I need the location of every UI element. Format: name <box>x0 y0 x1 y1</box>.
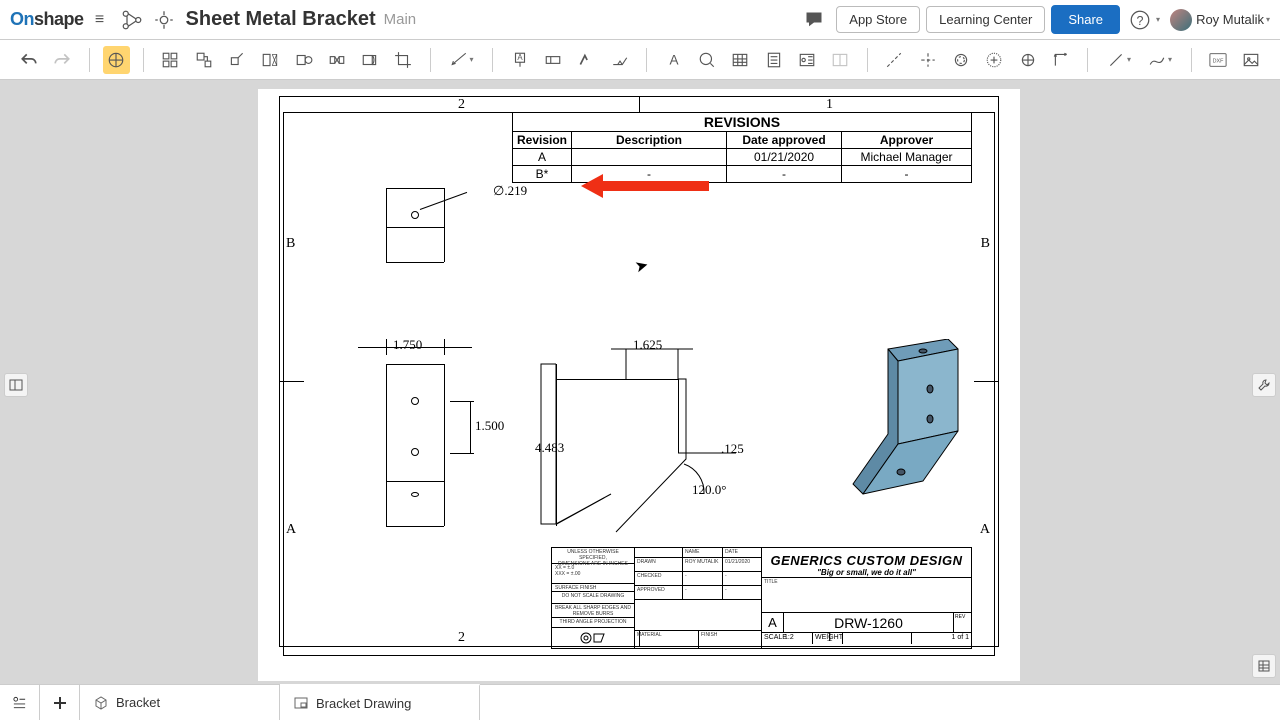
tab-drawing[interactable]: Bracket Drawing <box>280 684 480 720</box>
centerline-icon[interactable] <box>881 46 908 74</box>
centermark-icon[interactable] <box>914 46 941 74</box>
zone-col-label: 1 <box>826 97 833 113</box>
help-icon[interactable]: ? <box>1130 10 1150 30</box>
table-icon[interactable] <box>727 46 754 74</box>
share-button[interactable]: Share <box>1051 5 1120 34</box>
revision-header: Revision <box>513 132 572 149</box>
sheet-count: 1 of 1 <box>911 633 971 644</box>
drawing-sheet: 2 1 2 1 B B A A REVISIONS Revision Descr… <box>258 89 1020 681</box>
revision-title: REVISIONS <box>513 113 972 132</box>
tools-panel-toggle-icon[interactable] <box>1252 373 1276 397</box>
sheet-size: A <box>762 613 784 632</box>
revision-table[interactable]: REVISIONS Revision Description Date appr… <box>512 112 972 183</box>
drawing-icon <box>292 694 310 712</box>
axis-icon[interactable] <box>1047 46 1074 74</box>
company-slogan: "Big or small, we do it all" <box>762 568 971 577</box>
company-name: GENERICS CUSTOM DESIGN <box>762 548 971 568</box>
app-header: Onshape ≡ Sheet Metal Bracket Main App S… <box>0 0 1280 40</box>
zone-col-label: 2 <box>458 630 465 646</box>
crop-view-icon[interactable] <box>390 46 417 74</box>
zone-row-label: B <box>981 236 990 252</box>
user-name[interactable]: Roy Mutalik <box>1196 12 1264 27</box>
export-dxf-icon[interactable]: DXF <box>1205 46 1232 74</box>
dimension-h-side[interactable]: 4.483 <box>535 440 564 456</box>
revision-header: Approver <box>842 132 972 149</box>
callout-icon[interactable] <box>693 46 720 74</box>
menu-icon[interactable]: ≡ <box>90 10 110 30</box>
add-element-icon[interactable] <box>40 685 80 720</box>
point-icon[interactable] <box>1014 46 1041 74</box>
svg-text:A: A <box>517 53 523 62</box>
tab-label: Bracket Drawing <box>316 696 411 711</box>
dimension-width[interactable]: 1.750 <box>393 337 422 353</box>
learning-center-button[interactable]: Learning Center <box>926 6 1045 33</box>
drawing-canvas[interactable]: 2 1 2 1 B B A A REVISIONS Revision Descr… <box>0 80 1280 684</box>
svg-text:?: ? <box>1137 14 1144 28</box>
onshape-logo[interactable]: Onshape <box>10 9 84 30</box>
thread-icon[interactable] <box>947 46 974 74</box>
detail-view-icon[interactable] <box>290 46 317 74</box>
feature-list-toggle-icon[interactable] <box>4 373 28 397</box>
callout-arrow <box>581 177 709 195</box>
revision-row: A 01/21/2020 Michael Manager <box>513 149 972 166</box>
sketch-line-icon[interactable] <box>1101 46 1136 74</box>
projected-view-icon[interactable] <box>190 46 217 74</box>
gtol-icon[interactable] <box>539 46 566 74</box>
surface-finish-icon[interactable] <box>573 46 600 74</box>
zone-row-label: A <box>980 522 990 538</box>
tab-part-studio[interactable]: Bracket <box>80 685 280 720</box>
virtual-sharp-icon[interactable] <box>981 46 1008 74</box>
note-text-icon[interactable]: A <box>660 46 687 74</box>
break-view-icon[interactable] <box>323 46 350 74</box>
zone-col-label: 2 <box>458 97 465 113</box>
insert-view-icon[interactable] <box>103 46 130 74</box>
svg-text:DXF: DXF <box>1213 58 1224 64</box>
dimension-height[interactable]: 1.500 <box>475 418 504 434</box>
title-block[interactable]: UNLESS OTHERWISE SPECIFIED,DIMENSIONS AR… <box>551 547 972 649</box>
undo-icon[interactable] <box>15 46 42 74</box>
sketch-spline-icon[interactable] <box>1143 46 1178 74</box>
workspace-name[interactable]: Main <box>384 11 417 28</box>
app-store-button[interactable]: App Store <box>836 6 920 33</box>
drawing-number: DRW-1260 <box>784 613 953 632</box>
weld-icon[interactable] <box>606 46 633 74</box>
hole-table-icon[interactable] <box>793 46 820 74</box>
part-studio-icon <box>92 694 110 712</box>
insert-image-icon[interactable] <box>1238 46 1265 74</box>
dimension-thk[interactable]: .125 <box>721 441 744 457</box>
scale-value: 1:2 <box>782 633 812 644</box>
tab-manager-icon[interactable] <box>0 685 40 720</box>
element-tabs: Bracket Bracket Drawing <box>0 684 1280 720</box>
revision-header: Description <box>572 132 727 149</box>
zone-row-label: B <box>286 236 295 252</box>
document-properties-icon[interactable] <box>154 10 174 30</box>
drawing-toolbar: A A DXF <box>0 40 1280 80</box>
dimension-hole[interactable]: ∅.219 <box>493 183 527 199</box>
revision-header: Date approved <box>727 132 842 149</box>
dimension-icon[interactable] <box>444 46 479 74</box>
version-graph-icon[interactable] <box>122 10 142 30</box>
redo-icon[interactable] <box>48 46 75 74</box>
bom-icon[interactable] <box>760 46 787 74</box>
comments-icon[interactable] <box>804 10 824 30</box>
tab-label: Bracket <box>116 695 160 710</box>
dimension-w-side[interactable]: 1.625 <box>633 337 662 353</box>
avatar[interactable] <box>1170 9 1192 31</box>
section-view-icon[interactable] <box>257 46 284 74</box>
svg-text:A: A <box>669 52 678 67</box>
view-isometric[interactable] <box>843 339 973 529</box>
datum-icon[interactable]: A <box>506 46 533 74</box>
broken-out-view-icon[interactable] <box>356 46 383 74</box>
inspection-icon[interactable] <box>827 46 854 74</box>
auxiliary-view-icon[interactable] <box>223 46 250 74</box>
document-title[interactable]: Sheet Metal Bracket <box>186 8 376 31</box>
dimension-angle[interactable]: 120.0° <box>692 482 726 498</box>
four-view-icon[interactable] <box>157 46 184 74</box>
bom-panel-toggle-icon[interactable] <box>1252 654 1276 678</box>
zone-row-label: A <box>286 522 296 538</box>
